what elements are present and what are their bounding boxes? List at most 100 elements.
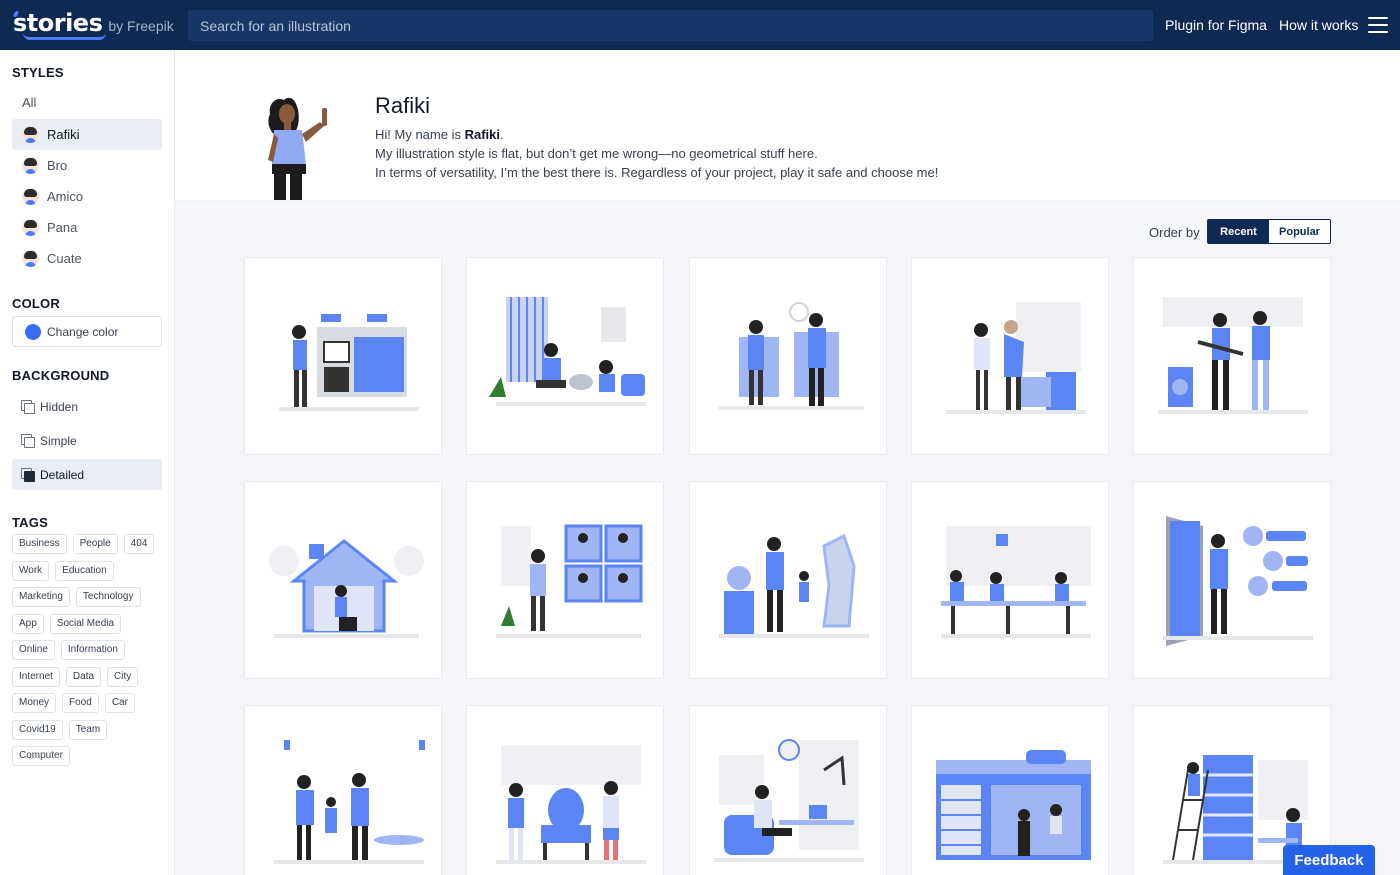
color-heading: COLOR <box>12 296 60 311</box>
intro-greeting-prefix: Hi! My name is <box>375 127 465 142</box>
open-door-icon <box>1163 516 1313 646</box>
style-label: All <box>22 95 37 110</box>
video-call-icon <box>719 302 864 410</box>
change-color-button[interactable]: Change color <box>12 316 162 347</box>
home-repair-icon <box>269 539 424 638</box>
bro-avatar-icon <box>22 157 39 174</box>
tag-team[interactable]: Team <box>68 719 108 740</box>
tag-work[interactable]: Work <box>12 560 50 581</box>
order-popular-button[interactable]: Popular <box>1269 220 1330 243</box>
illustration-card-3[interactable] <box>689 257 887 455</box>
background-simple-option[interactable]: Simple <box>12 425 162 456</box>
amico-avatar-icon <box>22 188 39 205</box>
elderly-care-icon <box>946 302 1086 414</box>
style-item-all[interactable]: All <box>12 87 162 118</box>
layers-icon <box>21 434 35 448</box>
background-heading: BACKGROUND <box>12 368 110 383</box>
sidebar: STYLES All Rafiki Bro Amico Pana Cuate C… <box>0 50 175 875</box>
tag-404[interactable]: 404 <box>123 534 155 554</box>
top-bar: stories by Freepik Plugin for Figma How … <box>0 0 1400 50</box>
family-night-icon <box>274 740 425 864</box>
intro-description-1: My illustration style is flat, but don’t… <box>375 146 818 161</box>
cuate-avatar-icon <box>22 250 39 267</box>
background-label: Detailed <box>40 467 85 482</box>
tag-covid19[interactable]: Covid19 <box>12 719 63 740</box>
search-bar[interactable] <box>188 10 1153 41</box>
illustration-card-13[interactable] <box>689 705 887 875</box>
illustration-card-7[interactable] <box>466 481 664 679</box>
logo[interactable]: stories by Freepik <box>13 9 174 41</box>
tag-online[interactable]: Online <box>12 640 55 660</box>
oktoberfest-icon <box>496 745 646 864</box>
illustration-card-2[interactable] <box>466 257 664 455</box>
tag-food[interactable]: Food <box>62 693 99 713</box>
plugin-for-figma-link[interactable]: Plugin for Figma <box>1165 17 1267 33</box>
intro-greeting-name: Rafiki <box>464 127 500 142</box>
illustration-card-11[interactable] <box>244 705 442 875</box>
logo-text: stories <box>13 9 107 40</box>
style-item-pana[interactable]: Pana <box>12 212 162 243</box>
pana-avatar-icon <box>22 219 39 236</box>
tag-data[interactable]: Data <box>65 666 102 687</box>
search-input[interactable] <box>200 17 1153 34</box>
feedback-button[interactable]: Feedback <box>1283 845 1375 875</box>
background-detailed-option[interactable]: Detailed <box>12 459 162 490</box>
menu-icon[interactable] <box>1368 17 1388 33</box>
tag-technology[interactable]: Technology <box>75 587 141 607</box>
tag-car[interactable]: Car <box>104 693 135 713</box>
intro-greeting: Hi! My name is Rafiki. <box>375 127 504 142</box>
style-item-cuate[interactable]: Cuate <box>12 243 162 274</box>
change-color-label: Change color <box>47 324 119 339</box>
styles-heading: STYLES <box>12 65 64 80</box>
order-toggle: Recent Popular <box>1207 219 1331 244</box>
illustration-card-12[interactable] <box>466 705 664 875</box>
tag-internet[interactable]: Internet <box>12 666 60 687</box>
tag-business[interactable]: Business <box>12 534 67 554</box>
online-team-icon <box>496 524 643 638</box>
tag-information[interactable]: Information <box>60 640 125 660</box>
intro-greeting-suffix: . <box>499 127 504 142</box>
style-label: Pana <box>47 220 78 235</box>
vet-clinic-icon <box>489 297 646 406</box>
style-item-amico[interactable]: Amico <box>12 181 162 212</box>
illustration-card-10[interactable] <box>1133 481 1331 679</box>
style-item-rafiki[interactable]: Rafiki <box>12 119 162 150</box>
tag-people[interactable]: People <box>72 534 118 554</box>
tag-computer[interactable]: Computer <box>12 746 70 766</box>
background-label: Simple <box>40 433 77 448</box>
style-label: Amico <box>47 189 84 204</box>
intro-description-2: In terms of versatility, I’m the best th… <box>375 165 939 180</box>
coworking-icon <box>941 526 1091 638</box>
order-recent-button[interactable]: Recent <box>1208 220 1269 243</box>
background-label: Hidden <box>40 399 79 414</box>
rafiki-avatar-icon <box>22 126 39 143</box>
illustration-card-14[interactable] <box>911 705 1109 875</box>
tag-app[interactable]: App <box>12 613 44 634</box>
tag-education[interactable]: Education <box>55 560 114 581</box>
color-swatch-icon <box>25 323 41 340</box>
rafiki-character-icon <box>268 97 327 200</box>
music-band-icon <box>1158 297 1308 414</box>
style-item-bro[interactable]: Bro <box>12 150 162 181</box>
illustration-card-4[interactable] <box>911 257 1109 455</box>
order-by-label: Order by <box>1149 225 1200 240</box>
layers-icon <box>21 400 35 414</box>
illustration-card-9[interactable] <box>911 481 1109 679</box>
illustration-card-6[interactable] <box>244 481 442 679</box>
illustration-card-1[interactable] <box>244 257 442 455</box>
tags-heading: TAGS <box>12 515 48 530</box>
illustration-card-5[interactable] <box>1133 257 1331 455</box>
background-hidden-option[interactable]: Hidden <box>12 391 162 422</box>
layers-icon <box>21 468 35 482</box>
logo-by-text: by Freepik <box>108 18 174 34</box>
tag-money[interactable]: Money <box>12 693 57 713</box>
tag-city[interactable]: City <box>107 666 139 687</box>
illustration-card-8[interactable] <box>689 481 887 679</box>
museum-visit-icon <box>719 533 869 638</box>
how-it-works-link[interactable]: How it works <box>1279 17 1358 33</box>
style-title: Rafiki <box>375 93 431 118</box>
tag-marketing[interactable]: Marketing <box>12 587 70 607</box>
tag-social-media[interactable]: Social Media <box>49 613 122 634</box>
remote-work-icon <box>714 739 864 862</box>
tag-list: Business People 404 Work Education Marke… <box>12 534 172 773</box>
